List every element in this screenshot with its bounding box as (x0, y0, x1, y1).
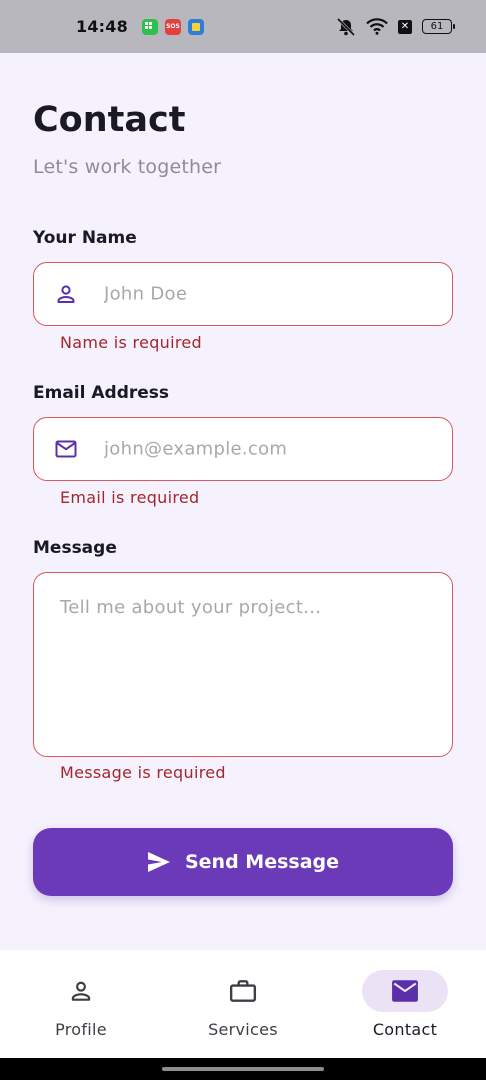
status-time: 14:48 (76, 17, 128, 36)
gesture-bar (0, 1058, 486, 1080)
grid-app-icon (141, 18, 158, 35)
message-label: Message (33, 538, 117, 558)
status-right-icons: ✕ 61 (336, 17, 455, 36)
sos-app-icon: SOS (164, 18, 181, 35)
status-app-icons: SOS (141, 18, 204, 35)
nav-label-contact: Contact (372, 1020, 438, 1039)
wifi-icon (366, 18, 388, 35)
email-label: Email Address (33, 383, 170, 403)
name-input[interactable] (104, 283, 434, 305)
name-error: Name is required (60, 333, 202, 352)
person-icon (54, 282, 78, 306)
nav-label-services: Services (208, 1020, 278, 1039)
status-bar: 14:48 SOS ✕ 61 (0, 0, 486, 53)
message-error: Message is required (60, 763, 226, 782)
mail-icon (392, 980, 418, 1002)
mute-bell-icon (336, 17, 356, 36)
person-icon (71, 981, 91, 1001)
nav-label-profile: Profile (55, 1020, 107, 1039)
bottom-nav: Profile Services Contact (0, 950, 486, 1058)
nav-item-profile[interactable]: Profile (0, 950, 162, 1058)
notes-app-icon (187, 18, 204, 35)
home-indicator[interactable] (162, 1067, 324, 1071)
no-sim-icon: ✕ (398, 19, 412, 34)
send-message-button[interactable]: Send Message (33, 828, 453, 896)
email-error: Email is required (60, 488, 200, 507)
battery-indicator: 61 (422, 19, 455, 34)
nav-item-contact[interactable]: Contact (324, 950, 486, 1058)
message-field[interactable] (33, 572, 453, 757)
page-subtitle: Let's work together (33, 156, 222, 178)
message-input[interactable] (60, 597, 430, 747)
name-field[interactable] (33, 262, 453, 326)
email-field[interactable] (33, 417, 453, 481)
send-message-label: Send Message (184, 851, 340, 873)
page-title: Contact (33, 100, 186, 140)
briefcase-icon (229, 980, 257, 1002)
mail-icon (54, 437, 78, 461)
email-input[interactable] (104, 438, 434, 460)
name-label: Your Name (33, 228, 137, 248)
send-icon (147, 852, 170, 872)
nav-item-services[interactable]: Services (162, 950, 324, 1058)
